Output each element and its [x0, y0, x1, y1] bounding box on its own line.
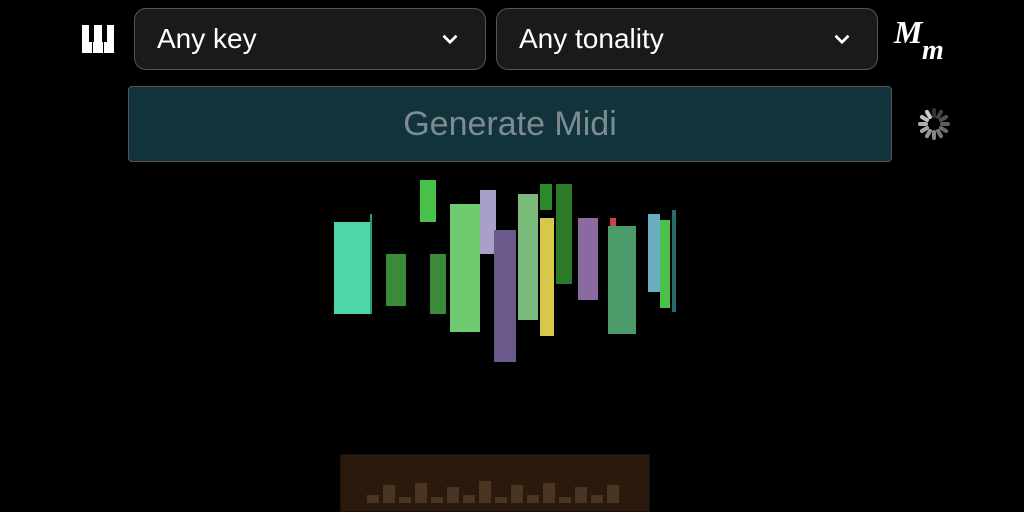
midi-note-bar — [540, 184, 552, 210]
midi-note-bar — [334, 222, 370, 314]
generate-row: Generate Midi — [128, 86, 964, 162]
midi-note-bar — [370, 214, 372, 314]
midi-note-bar — [430, 254, 446, 314]
top-controls-row: Any key Any tonality M m — [0, 8, 1024, 70]
mode-toggle[interactable]: M m — [894, 22, 944, 56]
tonality-dropdown-label: Any tonality — [519, 23, 664, 55]
chevron-down-icon — [437, 26, 463, 52]
key-dropdown[interactable]: Any key — [134, 8, 486, 70]
midi-note-bar — [672, 210, 676, 312]
piano-icon — [80, 21, 116, 57]
midi-note-bar — [660, 220, 670, 308]
midi-note-bar — [540, 218, 554, 336]
midi-note-bar — [518, 194, 538, 320]
chevron-down-icon — [829, 26, 855, 52]
midi-note-bar — [494, 230, 516, 362]
generate-midi-button[interactable]: Generate Midi — [128, 86, 892, 162]
midi-visualization — [0, 174, 1024, 414]
midi-note-bar — [648, 214, 660, 292]
loading-spinner-icon — [916, 106, 952, 142]
bottom-panel-bars — [367, 481, 623, 503]
midi-note-bar — [610, 218, 616, 226]
key-dropdown-label: Any key — [157, 23, 257, 55]
midi-note-bar — [608, 226, 636, 334]
midi-note-bar — [420, 180, 436, 222]
generate-midi-label: Generate Midi — [403, 105, 617, 144]
bottom-panel — [340, 454, 650, 512]
midi-note-bar — [450, 204, 480, 332]
mode-minor-label: m — [922, 45, 944, 56]
midi-note-bar — [578, 218, 598, 300]
midi-note-bar — [386, 254, 406, 306]
tonality-dropdown[interactable]: Any tonality — [496, 8, 878, 70]
midi-note-bar — [556, 184, 572, 284]
